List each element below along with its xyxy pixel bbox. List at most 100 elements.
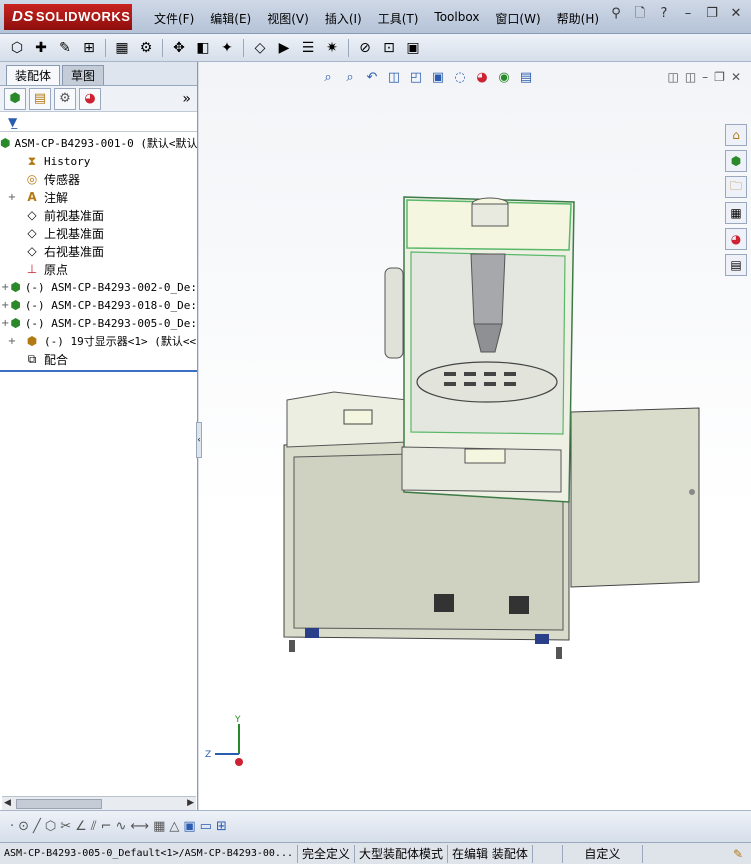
property-manager-icon[interactable]: ▤ (29, 87, 51, 110)
help-icon[interactable]: ? (655, 6, 673, 24)
clearance-icon[interactable]: ⊡ (378, 37, 400, 59)
minimize-button[interactable]: – (679, 6, 697, 24)
show-hidden-icon[interactable]: ◧ (192, 37, 214, 59)
tree-item-mates[interactable]: ⧉ 配合 (0, 350, 197, 368)
angle-icon[interactable]: ∠ (75, 819, 87, 834)
3d-view-icon[interactable]: ▣ (183, 819, 195, 834)
table-slot (484, 382, 496, 386)
manager-tabs: ⬢ ▤ ⚙ ◕ » (0, 86, 197, 112)
tree-item-right-plane[interactable]: ◇ 右视基准面 (0, 242, 197, 260)
tree-item-root[interactable]: ⬢ ASM-CP-B4293-001-0 (默认<默认 (0, 134, 197, 152)
assembly-features-icon[interactable]: ✦ (216, 37, 238, 59)
plane-icon: ◇ (27, 226, 37, 240)
move-component-icon[interactable]: ✥ (168, 37, 190, 59)
polygon-icon[interactable]: ⬡ (45, 819, 56, 834)
plane-icon: ◇ (27, 208, 37, 222)
status-mode: 大型装配体模式 (355, 844, 449, 863)
new-document-icon[interactable]: 🗋 (631, 6, 649, 24)
vent-right (509, 596, 529, 614)
scroll-left-icon[interactable]: ◀ (4, 798, 11, 808)
close-button[interactable]: ✕ (727, 6, 745, 24)
tree-expander[interactable]: + (0, 318, 10, 329)
rollback-bar[interactable] (0, 370, 197, 372)
solidworks-logo[interactable]: DS SOLIDWORKS (4, 4, 132, 30)
menu-file[interactable]: 文件(F) (146, 8, 202, 29)
horizontal-scrollbar[interactable]: ◀ ▶ (2, 796, 196, 810)
tree-item-component[interactable]: + ⬢ (-) 19寸显示器<1> (默认<< (0, 332, 197, 350)
coordinate-triad: Y Z (205, 715, 243, 766)
scrollbar-thumb[interactable] (16, 799, 102, 809)
smart-fastener-icon[interactable]: ⚙ (135, 37, 157, 59)
point-icon[interactable]: · (10, 819, 14, 834)
assembly-model[interactable] (199, 62, 751, 810)
new-motion-study-icon[interactable]: ▶ (273, 37, 295, 59)
status-path: ASM-CP-B4293-005-0_Default<1>/ASM-CP-B42… (0, 844, 298, 863)
exploded-view-icon[interactable]: ✷ (321, 37, 343, 59)
foot (289, 640, 295, 652)
tab-sketch[interactable]: 草图 (62, 65, 105, 85)
new-part-icon[interactable]: ✚ (30, 37, 52, 59)
fillet-icon[interactable]: ⌐ (101, 819, 112, 834)
tree-expander[interactable]: + (0, 192, 24, 203)
configuration-manager-icon[interactable]: ⚙ (54, 87, 76, 110)
grid-icon[interactable]: ▦ (153, 819, 165, 834)
tree-item-component[interactable]: + ⬢ (-) ASM-CP-B4293-002-0_De: (0, 278, 197, 296)
graphics-area[interactable]: ‹ ⌕ ⌕ ↶ ◫ ◰ ▣ ◌ ◕ ◉ ▤ ◫ ◫ – ❐ ✕ ⌂ ⬢ 🗀 ▦ … (196, 62, 751, 810)
restore-button[interactable]: ❐ (703, 6, 721, 24)
menu-insert[interactable]: 插入(I) (317, 8, 370, 29)
mate-icon[interactable]: ⊞ (78, 37, 100, 59)
mirror-icon[interactable]: ⫽ (91, 819, 97, 834)
menu-window[interactable]: 窗口(W) (487, 8, 548, 29)
tab-assembly[interactable]: 装配体 (6, 65, 61, 85)
triad-x-axis (235, 758, 243, 766)
status-units[interactable]: 自定义 (563, 844, 643, 863)
tree-item-history[interactable]: ⧗ History (0, 152, 197, 170)
tree-item-annotations[interactable]: + A 注解 (0, 188, 197, 206)
viewport-four-icon[interactable]: ⊞ (216, 819, 227, 834)
reference-geometry-icon[interactable]: ◇ (249, 37, 271, 59)
menu-help[interactable]: 帮助(H) (549, 8, 607, 29)
filter-icon[interactable]: ▼̲ (0, 112, 197, 132)
expand-panel-icon[interactable]: » (182, 91, 191, 107)
insert-component-icon[interactable]: ⬡ (6, 37, 28, 59)
toolbar-separator (105, 38, 106, 57)
rebuild-icon[interactable]: ✎ (733, 847, 743, 861)
command-tabs: 装配体 草图 (0, 62, 197, 86)
menu-toolbox[interactable]: Toolbox (426, 8, 487, 29)
subassembly-icon: ⬢ (26, 334, 38, 348)
interference-detection-icon[interactable]: ⊘ (354, 37, 376, 59)
menu-tools[interactable]: 工具(T) (370, 8, 427, 29)
triangle-icon[interactable]: △ (169, 819, 179, 834)
tree-item-component[interactable]: + ⬢ (-) ASM-CP-B4293-018-0_De: (0, 296, 197, 314)
menu-view[interactable]: 视图(V) (259, 8, 317, 29)
dimension-icon[interactable]: ⟷ (130, 819, 149, 834)
tree-item-top-plane[interactable]: ◇ 上视基准面 (0, 224, 197, 242)
toolbar-separator (243, 38, 244, 57)
tree-expander[interactable]: + (0, 300, 10, 311)
viewport-single-icon[interactable]: ▭ (200, 819, 212, 834)
tree-item-sensors[interactable]: ◎ 传感器 (0, 170, 197, 188)
status-spacer (533, 844, 563, 863)
feature-tree: ⬢ ASM-CP-B4293-001-0 (默认<默认 ⧗ History ◎ … (0, 132, 197, 372)
trim-icon[interactable]: ✂ (60, 819, 71, 834)
tree-expander[interactable]: + (0, 336, 24, 347)
tree-item-front-plane[interactable]: ◇ 前视基准面 (0, 206, 197, 224)
subassembly-icon: ⬢ (10, 316, 21, 330)
paperclip-icon[interactable]: ✎ (54, 37, 76, 59)
instant3d-icon[interactable]: ▣ (402, 37, 424, 59)
bill-of-materials-icon[interactable]: ☰ (297, 37, 319, 59)
display-manager-icon[interactable]: ◕ (79, 87, 101, 110)
feature-manager-icon[interactable]: ⬢ (4, 87, 26, 110)
scroll-right-icon[interactable]: ▶ (187, 798, 194, 808)
tree-expander[interactable]: + (0, 282, 10, 293)
triad-y-label: Y (234, 715, 241, 725)
circle-icon[interactable]: ⊙ (18, 819, 29, 834)
menu-bar: 文件(F) 编辑(E) 视图(V) 插入(I) 工具(T) Toolbox 窗口… (146, 8, 607, 29)
menu-edit[interactable]: 编辑(E) (202, 8, 259, 29)
tree-item-component[interactable]: + ⬢ (-) ASM-CP-B4293-005-0_De: (0, 314, 197, 332)
pin-icon[interactable]: ⚲ (607, 6, 625, 24)
spline-icon[interactable]: ∿ (116, 819, 127, 834)
tree-item-origin[interactable]: ⊥ 原点 (0, 260, 197, 278)
line-icon[interactable]: ╱ (33, 819, 41, 834)
linear-pattern-icon[interactable]: ▦ (111, 37, 133, 59)
